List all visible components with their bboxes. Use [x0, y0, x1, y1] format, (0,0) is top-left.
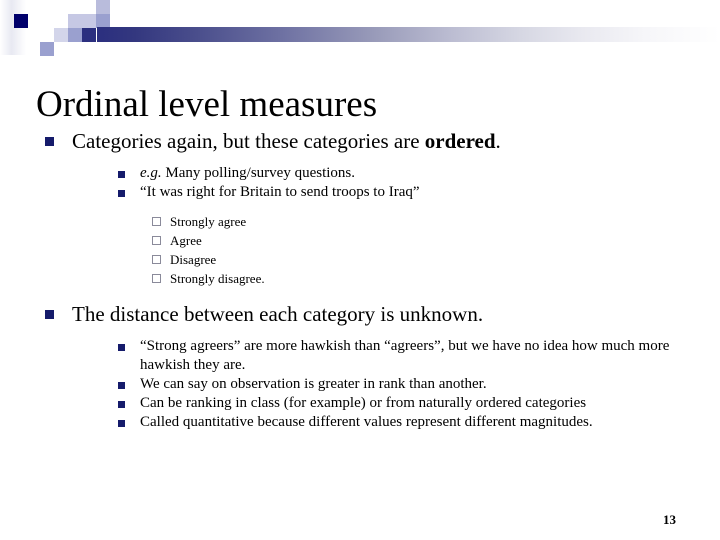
bullet-text-part: Categories again, but these categories a…: [72, 129, 425, 153]
bullet-text-italic: e.g.: [140, 165, 162, 181]
bullet-level2-strong-agreers: “Strong agreers” are more hawkish than “…: [0, 337, 720, 375]
header-gradient-bar: [97, 27, 720, 42]
square-bullet-icon: [118, 190, 125, 197]
square-bullet-icon: [118, 401, 125, 408]
bullet-level3-disagree: Disagree: [0, 250, 720, 269]
page-number: 13: [663, 512, 676, 527]
hollow-square-bullet-icon: [152, 236, 161, 245]
bullet-text-emphasis: ordered: [424, 129, 496, 153]
bullet-level1-categories: Categories again, but these categories a…: [0, 128, 720, 154]
slide-body: Categories again, but these categories a…: [0, 128, 720, 432]
mosaic-block-5: [54, 28, 68, 42]
square-bullet-icon: [118, 382, 125, 389]
bullet-level2-iraq-quote: “It was right for Britain to send troops…: [0, 183, 720, 202]
hollow-square-bullet-icon: [152, 274, 161, 283]
square-bullet-icon: [45, 137, 54, 146]
hollow-square-bullet-icon: [152, 217, 161, 226]
bullet-level2-called-quantitative: Called quantitative because different va…: [0, 413, 720, 432]
bullet-level3-strongly-agree: Strongly agree: [0, 212, 720, 231]
bullet-text-part: Can be ranking in class (for example) or…: [140, 395, 587, 411]
hollow-square-bullet-icon: [152, 255, 161, 264]
bullet-text-part: Called quantitative because different va…: [140, 414, 593, 430]
bullet-text-part: “It was right for Britain to send troops…: [140, 184, 420, 200]
mosaic-block-6: [68, 28, 82, 42]
bullet-text-part: Strongly disagree.: [170, 271, 265, 286]
square-bullet-icon: [118, 171, 125, 178]
bullet-text-part: “Strong agreers” are more hawkish than “…: [140, 338, 670, 373]
bullet-level3-agree: Agree: [0, 231, 720, 250]
square-bullet-icon: [118, 344, 125, 351]
bullet-text-part: Disagree: [170, 252, 217, 267]
slide-canvas: Ordinal level measures Categories again,…: [0, 0, 720, 540]
bullet-text-tail: .: [495, 129, 501, 153]
bullet-level2-ranking-in-class: Can be ranking in class (for example) or…: [0, 394, 720, 413]
bullet-text-part: The distance between each category is un…: [72, 302, 484, 326]
bullet-level3-strongly-disagree: Strongly disagree.: [0, 269, 720, 288]
bullet-text-part: Strongly agree: [170, 214, 247, 229]
bullet-level1-distance-unknown: The distance between each category is un…: [0, 301, 720, 327]
mosaic-block-7: [82, 28, 96, 42]
bullet-level2-greater-in-rank: We can say on observation is greater in …: [0, 375, 720, 394]
bullet-text-part: We can say on observation is greater in …: [140, 376, 487, 392]
bullet-level2-eg: e.g. Many polling/survey questions.: [0, 164, 720, 183]
mosaic-block-0: [96, 0, 110, 14]
mosaic-block-1: [14, 14, 28, 28]
slide-title: Ordinal level measures: [36, 83, 378, 125]
header-left-fade: [0, 0, 26, 55]
mosaic-block-4: [96, 14, 110, 28]
mosaic-block-8: [40, 42, 54, 56]
square-bullet-icon: [45, 310, 54, 319]
bullet-text-part: Many polling/survey questions.: [161, 165, 355, 181]
mosaic-block-3: [82, 14, 96, 28]
square-bullet-icon: [118, 420, 125, 427]
mosaic-block-2: [68, 14, 82, 28]
bullet-text-part: Agree: [170, 233, 202, 248]
header-decoration: [0, 0, 720, 60]
